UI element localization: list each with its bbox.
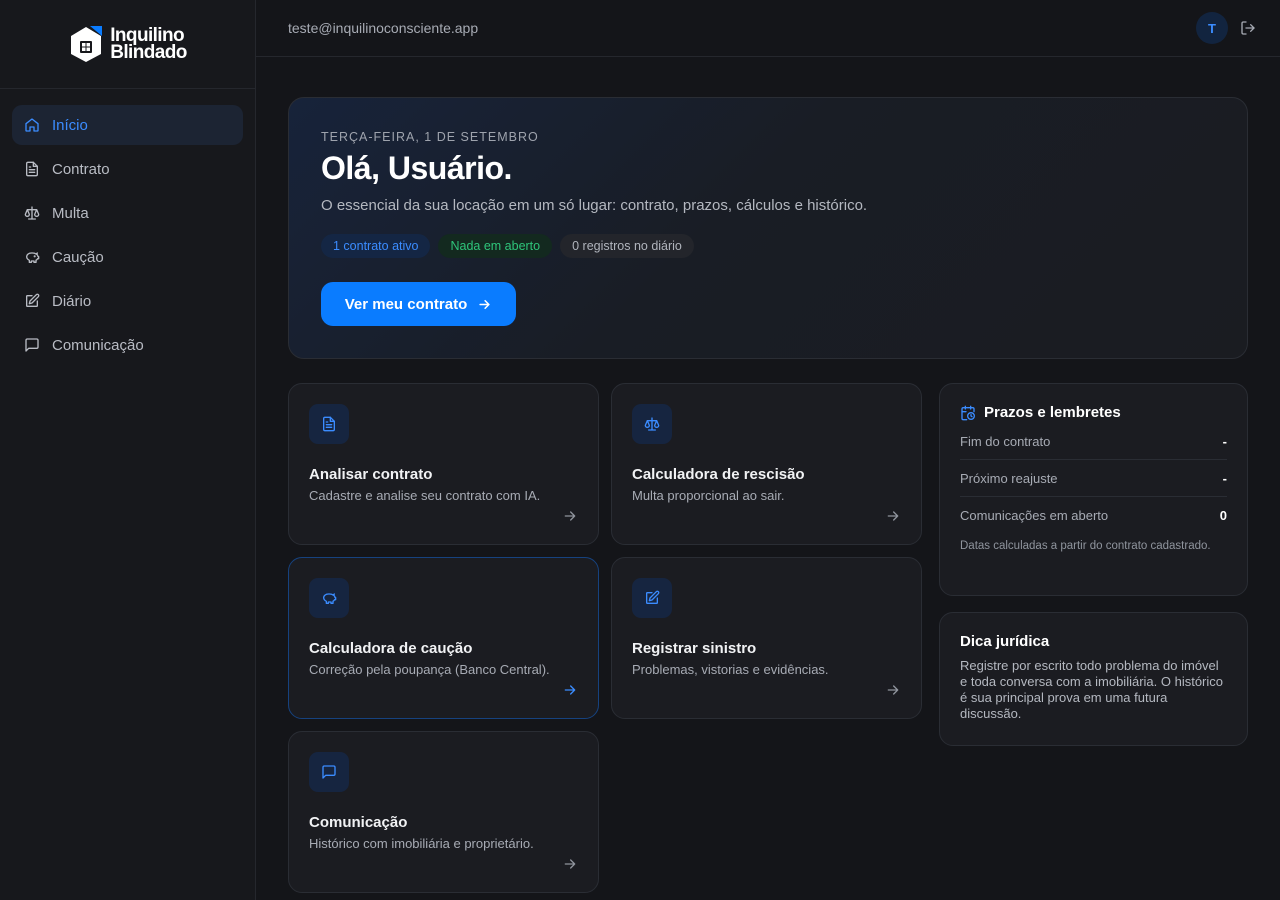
view-contract-label: Ver meu contrato [344,295,468,313]
sidebar-item-comunicacao[interactable]: Comunicação [12,325,243,365]
avatar[interactable]: T [1196,12,1228,44]
edit-note-icon [26,293,40,307]
deadline-value: - [1222,433,1227,449]
deadline-row-communications: Comunicações em aberto 0 [960,497,1227,534]
deadlines-header: Prazos e lembretes [960,404,1227,421]
sidebar-item-label: Contrato [52,160,110,178]
view-contract-button[interactable]: Ver meu contrato [321,282,516,326]
card-registrar-sinistro[interactable]: Registrar sinistro Problemas, vistorias … [611,557,922,719]
deadline-row-end: Fim do contrato - [960,423,1227,460]
sidebar-item-label: Comunicação [52,336,144,354]
card-icon-wrap [632,578,672,618]
arrow-right-icon [564,859,576,869]
card-icon-wrap [632,404,672,444]
card-icon-wrap [309,404,349,444]
sidebar-item-label: Início [52,116,88,134]
scale-icon [24,206,40,220]
arrow-right-icon [479,299,490,309]
card-icon-wrap [309,752,349,792]
home-icon [25,118,39,132]
status-chips: 1 contrato ativo Nada em aberto 0 regist… [321,234,1215,258]
card-icon-wrap [309,578,349,618]
sidebar-item-inicio[interactable]: Início [12,105,243,145]
tip-title: Dica jurídica [960,633,1050,650]
deadline-label: Comunicações em aberto [960,508,1109,523]
house-shield-icon [71,26,103,62]
deadlines-note: Datas calculadas a partir do contrato ca… [960,540,1211,552]
piggy-bank-icon [323,593,337,604]
card-description: Histórico com imobiliária e proprietário… [309,836,534,851]
deadline-label: Próximo reajuste [960,470,1058,486]
status-badge-diary: 0 registros no diário [560,234,694,258]
card-description: Cadastre e analise seu contrato com IA. [309,488,541,503]
calendar-clock-icon [961,405,975,420]
deadlines-panel: Prazos e lembretes Fim do contrato - Pró… [939,383,1248,596]
card-calculadora-rescisao[interactable]: Calculadora de rescisão Multa proporcion… [611,383,922,545]
hero-subtitle: O essencial da sua locação em um só luga… [321,197,868,214]
card-title: Registrar sinistro [632,640,757,657]
chat-icon [25,338,39,352]
sidebar-item-caucao[interactable]: Caução [12,237,243,277]
welcome-hero: TERÇA-FEIRA, 1 DE SETEMBRO Olá, Usuário.… [288,97,1248,359]
arrow-right-icon [887,511,899,521]
sidebar-item-label: Diário [52,292,92,310]
legal-tip-panel: Dica jurídica Registre por escrito todo … [939,612,1248,746]
user-email: teste@inquilinoconsciente.app [288,20,479,36]
sidebar: Inquilino Blindado Início Contrato Multa… [0,0,256,900]
document-icon [323,416,335,432]
brand-name: Inquilino Blindado [110,25,187,63]
logout-icon[interactable] [1240,20,1256,36]
sidebar-item-diario[interactable]: Diário [12,281,243,321]
sidebar-item-contrato[interactable]: Contrato [12,149,243,189]
sidebar-item-label: Multa [52,204,89,222]
card-description: Multa proporcional ao sair. [632,488,785,503]
piggy-bank-icon [26,252,40,263]
edit-note-icon [646,590,660,604]
card-title: Calculadora de rescisão [632,466,805,483]
top-actions: T [1196,12,1256,44]
deadline-value: 0 [1219,508,1227,523]
sidebar-item-label: Caução [52,248,104,266]
card-analisar-contrato[interactable]: Analisar contrato Cadastre e analise seu… [288,383,599,545]
card-description: Correção pela poupança (Banco Central). [309,662,550,677]
topbar: teste@inquilinoconsciente.app T [256,0,1280,57]
sidebar-nav: Início Contrato Multa Caução Diário Comu… [0,89,255,385]
sidebar-item-multa[interactable]: Multa [12,193,243,233]
arrow-right-icon [887,685,899,695]
card-description: Problemas, vistorias e evidências. [632,662,829,677]
scale-icon [644,417,660,431]
card-title: Calculadora de caução [309,640,473,657]
arrow-right-icon [564,685,576,695]
arrow-right-icon [564,511,576,521]
status-badge-contracts: 1 contrato ativo [321,234,431,258]
deadlines-title: Prazos e lembretes [984,404,1121,421]
card-calculadora-caucao[interactable]: Calculadora de caução Correção pela poup… [288,557,599,719]
chat-icon [322,765,336,779]
card-comunicacao[interactable]: Comunicação Histórico com imobiliária e … [288,731,599,893]
status-badge-open: Nada em aberto [438,234,553,258]
deadline-value: - [1222,470,1227,486]
deadline-label: Fim do contrato [960,433,1051,449]
brand-logo[interactable]: Inquilino Blindado [0,0,255,89]
tip-text: Registre por escrito todo problema do im… [960,658,1224,721]
card-title: Comunicação [309,814,408,831]
card-title: Analisar contrato [309,466,433,483]
deadline-row-adjustment: Próximo reajuste - [960,460,1227,497]
document-icon [26,161,38,177]
current-date: TERÇA-FEIRA, 1 DE SETEMBRO [321,130,539,144]
page-title: Olá, Usuário. [321,150,512,186]
